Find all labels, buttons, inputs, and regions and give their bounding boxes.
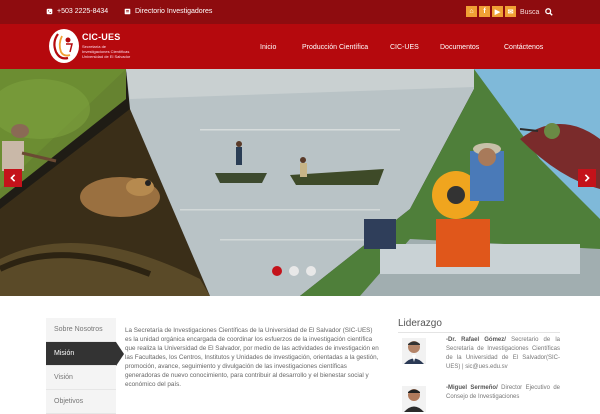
avatar xyxy=(402,386,426,412)
logo[interactable]: CIC-UES Secretaría de Investigaciones Ci… xyxy=(48,28,130,64)
tab-sobre-nosotros[interactable]: Sobre Nosotros xyxy=(46,318,116,342)
mission-text: La Secretaría de Investigaciones Científ… xyxy=(125,327,379,388)
social-links: ⌂ f ▶ ✉ xyxy=(466,6,516,17)
hero-slider[interactable] xyxy=(0,69,600,296)
leader-name: -Dr. Rafael Gómez/ xyxy=(446,337,506,343)
nav-item-produccion[interactable]: Producción Científica xyxy=(302,44,368,51)
slider-prev-button[interactable] xyxy=(4,169,22,187)
nav-item-documentos[interactable]: Documentos xyxy=(440,44,479,51)
leadership-title: Liderazgo xyxy=(398,318,442,329)
main-navigation: CIC-UES Secretaría de Investigaciones Ci… xyxy=(0,24,600,69)
youtube-icon[interactable]: ▶ xyxy=(492,6,503,17)
search-icon[interactable] xyxy=(545,8,553,16)
book-icon xyxy=(124,8,131,15)
phone-number: +503 2225-8434 xyxy=(57,8,109,15)
slider-dot[interactable] xyxy=(289,266,299,276)
phone-contact[interactable]: +503 2225-8434 xyxy=(46,8,108,15)
avatar xyxy=(402,338,426,364)
facebook-icon[interactable]: f xyxy=(479,6,490,17)
tab-mision[interactable]: Misión xyxy=(46,342,124,366)
phone-icon xyxy=(46,8,53,15)
chevron-left-icon xyxy=(10,174,16,182)
logo-brand: CIC-UES xyxy=(82,32,121,42)
tab-objetivos[interactable]: Objetivos xyxy=(46,390,116,414)
home-icon[interactable]: ⌂ xyxy=(466,6,477,17)
directory-label: Directorio Investigadores xyxy=(135,8,213,15)
directory-link[interactable]: Directorio Investigadores xyxy=(124,8,212,15)
divider xyxy=(398,332,560,333)
leader-bio: -Dr. Rafael Gómez/ Secretario de la Secr… xyxy=(446,336,560,372)
nav-item-inicio[interactable]: Inicio xyxy=(260,44,276,51)
slider-dot[interactable] xyxy=(272,266,282,276)
slider-pagination xyxy=(272,266,316,276)
leader-name: -Miguel Sermeño/ xyxy=(446,385,498,391)
top-bar: +503 2225-8434 Directorio Investigadores… xyxy=(0,0,600,24)
nav-item-cic-ues[interactable]: CIC-UES xyxy=(390,44,419,51)
slider-next-button[interactable] xyxy=(578,169,596,187)
email-icon[interactable]: ✉ xyxy=(505,6,516,17)
nav-item-contactenos[interactable]: Contáctenos xyxy=(504,44,543,51)
logo-subtitle: Secretaría de Investigaciones Científica… xyxy=(82,44,131,59)
slider-dot[interactable] xyxy=(306,266,316,276)
chevron-right-icon xyxy=(584,174,590,182)
leader-bio: -Miguel Sermeño/ Director Ejecutivo de C… xyxy=(446,384,560,402)
slider-image xyxy=(0,69,600,296)
logo-mark xyxy=(49,29,79,63)
tab-vision[interactable]: Visión xyxy=(46,366,116,390)
